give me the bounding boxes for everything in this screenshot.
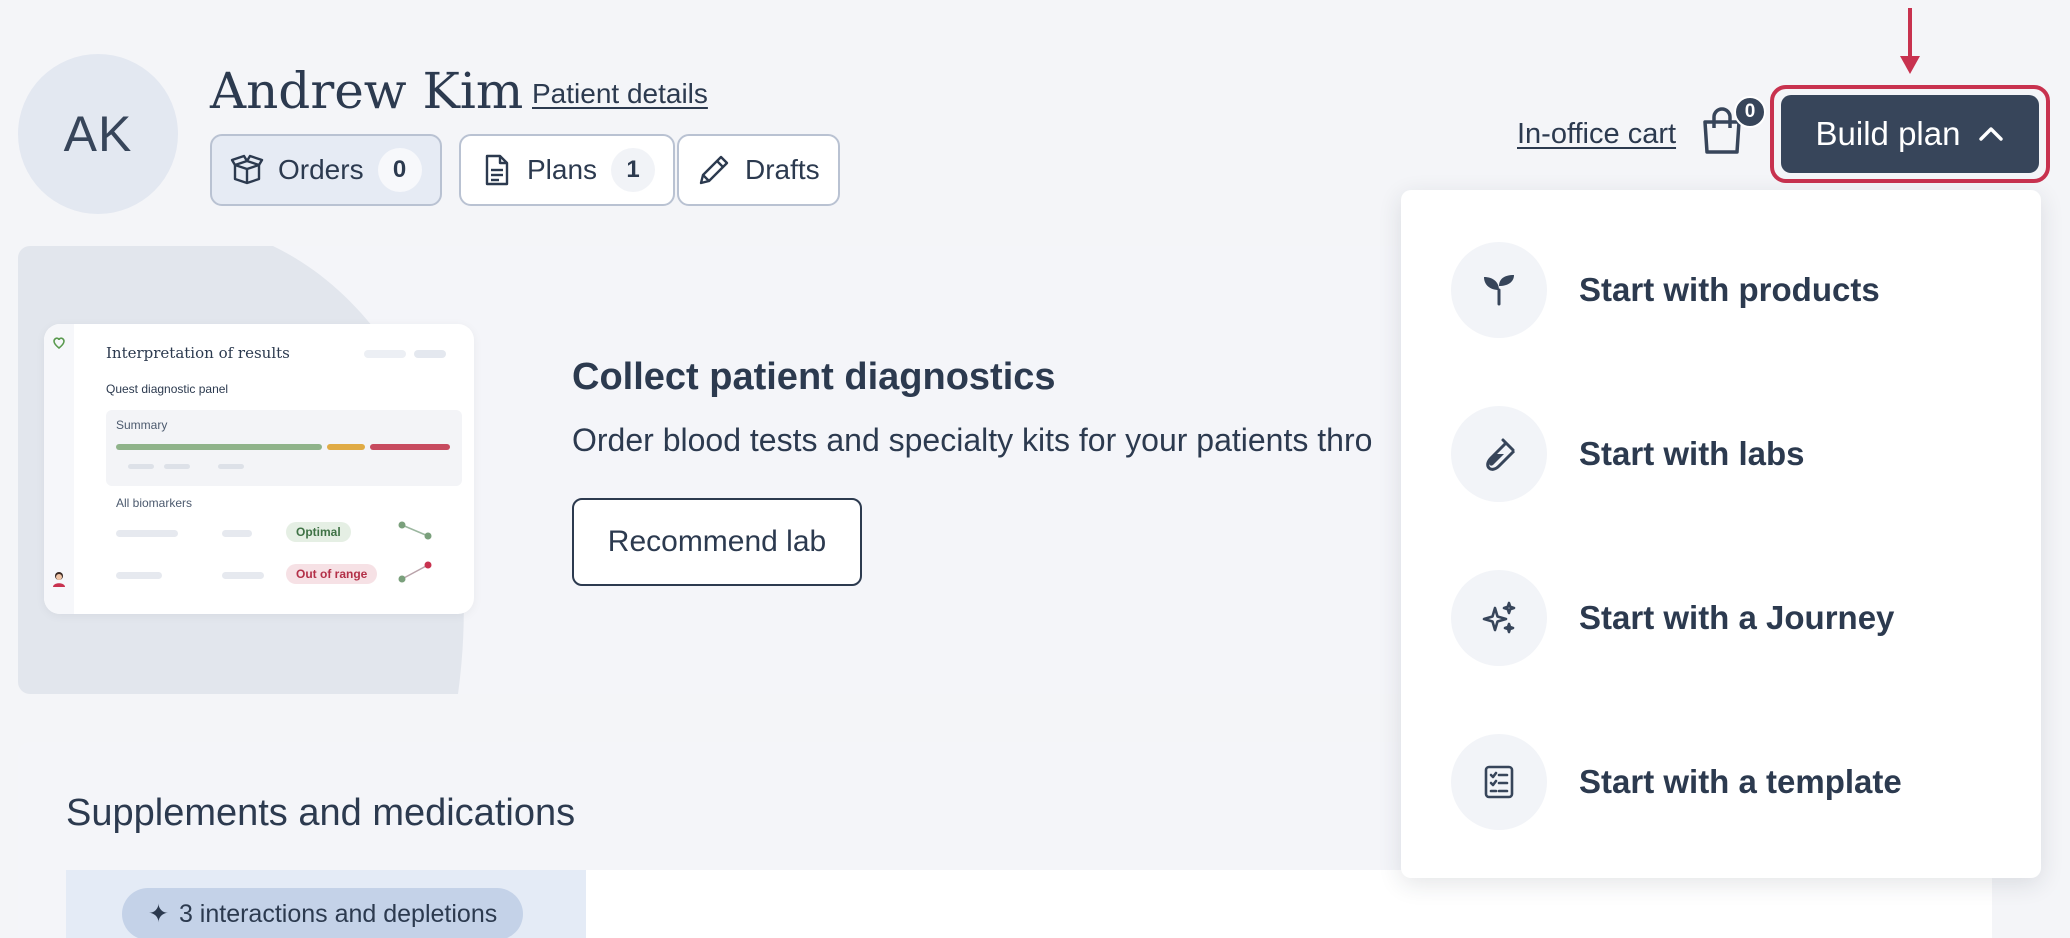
summary-ticks-3 bbox=[218, 464, 244, 469]
preview-all-biomarkers: All biomarkers bbox=[116, 496, 193, 510]
sprout-icon bbox=[1484, 275, 1514, 306]
summary-ticks-2 bbox=[164, 464, 190, 469]
banner-title: Collect patient diagnostics bbox=[572, 356, 1056, 398]
menu-item-label: Start with labs bbox=[1579, 435, 1805, 472]
tab-drafts[interactable]: Drafts bbox=[677, 134, 840, 206]
menu-icon-wrapper bbox=[1451, 570, 1547, 666]
preview-summary-box: Summary bbox=[106, 410, 462, 486]
patient-details-link[interactable]: Patient details bbox=[532, 78, 708, 110]
menu-item-label: Start with a Journey bbox=[1579, 599, 1895, 636]
chevron-up-icon bbox=[1979, 127, 2004, 141]
summary-ticks bbox=[128, 464, 154, 469]
biomarker-row-bar-4 bbox=[222, 572, 264, 579]
tag-out-of-range: Out of range bbox=[286, 564, 378, 584]
menu-icon-wrapper bbox=[1451, 242, 1547, 338]
sparkle-icon: ✦ bbox=[148, 900, 169, 928]
box-icon bbox=[230, 154, 264, 185]
summary-bar-yellow bbox=[327, 444, 365, 450]
doctor-avatar-icon bbox=[53, 572, 65, 587]
supplements-title: Supplements and medications bbox=[66, 792, 576, 834]
results-preview-card: Interpretation of results Quest diagnost… bbox=[44, 324, 474, 614]
build-plan-dropdown: Start with products Start with labs Star… bbox=[1401, 190, 2041, 878]
test-tube-icon bbox=[1486, 438, 1516, 471]
plans-count-badge: 1 bbox=[611, 148, 656, 192]
tag-optimal: Optimal bbox=[286, 522, 351, 542]
menu-item-start-with-a-template[interactable]: Start with a template bbox=[1451, 732, 2011, 832]
tab-orders-label: Orders bbox=[278, 154, 364, 185]
sparkles-icon bbox=[1482, 601, 1516, 634]
preview-summary-label: Summary bbox=[116, 418, 168, 432]
summary-bar-red bbox=[370, 444, 450, 450]
build-plan-label: Build plan bbox=[1815, 115, 1961, 152]
menu-item-start-with-products[interactable]: Start with products bbox=[1451, 240, 2011, 340]
menu-icon-wrapper bbox=[1451, 734, 1547, 830]
menu-item-start-with-labs[interactable]: Start with labs bbox=[1451, 404, 2011, 504]
preview-title: Interpretation of results bbox=[106, 344, 290, 362]
biomarker-row-bar-2 bbox=[222, 530, 252, 537]
biomarker-row-bar-3 bbox=[116, 572, 162, 579]
avatar-initials: AK bbox=[63, 106, 133, 162]
tab-plans[interactable]: Plans 1 bbox=[459, 134, 676, 206]
menu-item-start-with-a-journey[interactable]: Start with a Journey bbox=[1451, 568, 2011, 668]
heart-logo-icon bbox=[53, 337, 65, 350]
menu-item-label: Start with a template bbox=[1579, 763, 1902, 800]
diagnostics-banner: Interpretation of results Quest diagnost… bbox=[18, 246, 1458, 694]
trend-line-out-of-range bbox=[398, 561, 432, 583]
interactions-label: 3 interactions and depletions bbox=[178, 899, 498, 928]
document-icon bbox=[485, 154, 509, 186]
preview-placeholder-bars bbox=[364, 350, 406, 358]
trend-line-optimal bbox=[398, 521, 432, 540]
menu-icon-wrapper bbox=[1451, 406, 1547, 502]
in-office-cart-link[interactable]: In-office cart bbox=[1517, 118, 1676, 151]
tab-plans-label: Plans bbox=[527, 154, 598, 185]
cart-count-badge: 0 bbox=[1734, 96, 1766, 128]
pencil-icon bbox=[699, 155, 729, 185]
preview-placeholder-bars-2 bbox=[414, 350, 446, 358]
red-arrow-annotation bbox=[1900, 8, 1920, 74]
checklist-icon bbox=[1484, 765, 1514, 799]
biomarker-row-bar-1 bbox=[116, 530, 178, 537]
summary-bar-green bbox=[116, 444, 322, 450]
banner-description: Order blood tests and specialty kits for… bbox=[572, 422, 1373, 458]
recommend-lab-button[interactable]: Recommend lab bbox=[572, 498, 862, 586]
patient-name: Andrew Kim bbox=[210, 62, 524, 120]
orders-count-badge: 0 bbox=[377, 148, 422, 192]
menu-item-label: Start with products bbox=[1579, 271, 1880, 308]
tab-drafts-label: Drafts bbox=[745, 154, 820, 185]
build-plan-button[interactable]: Build plan bbox=[1781, 95, 2039, 173]
patient-avatar: AK bbox=[18, 54, 178, 214]
preview-subtitle: Quest diagnostic panel bbox=[106, 382, 229, 396]
interactions-pill[interactable]: ✦ 3 interactions and depletions bbox=[122, 888, 524, 938]
tab-orders[interactable]: Orders 0 bbox=[210, 134, 442, 206]
